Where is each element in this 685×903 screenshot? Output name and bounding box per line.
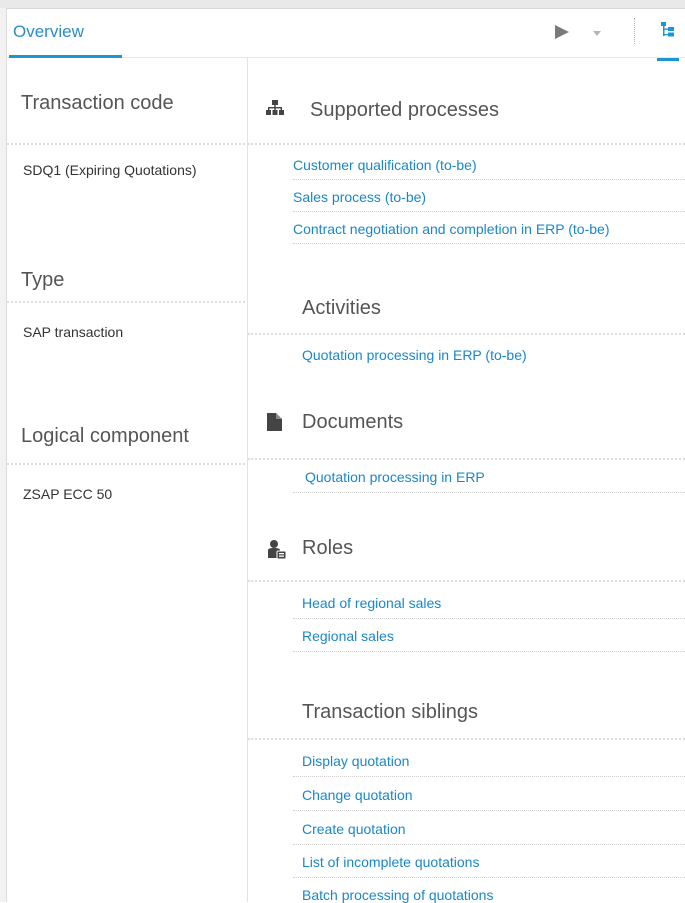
transaction-siblings-title: Transaction siblings	[302, 701, 479, 723]
divider	[7, 301, 245, 303]
window-frame-top	[0, 0, 685, 9]
chevron-down-icon[interactable]	[593, 31, 601, 37]
row-divider	[293, 618, 685, 619]
type-title: Type	[21, 269, 65, 291]
row-divider	[293, 179, 685, 180]
tree-structure-button[interactable]	[657, 21, 679, 61]
divider	[7, 143, 245, 145]
supported-processes-title: Supported processes	[310, 99, 500, 121]
row-divider	[293, 492, 685, 493]
play-icon[interactable]	[553, 23, 571, 41]
row-divider	[293, 776, 685, 777]
sibling-link[interactable]: Create quotation	[302, 821, 406, 837]
toolbar-separator	[634, 18, 637, 44]
role-link[interactable]: Regional sales	[302, 628, 394, 644]
sibling-link[interactable]: List of incomplete quotations	[302, 854, 479, 870]
logical-component-value: ZSAP ECC 50	[23, 486, 113, 502]
activities-title: Activities	[302, 297, 381, 319]
row-divider	[293, 810, 685, 811]
divider	[248, 738, 685, 740]
transaction-code-title: Transaction code	[21, 92, 174, 114]
activity-link[interactable]: Quotation processing in ERP (to-be)	[302, 347, 527, 363]
row-divider	[293, 651, 685, 652]
process-link[interactable]: Customer qualification (to-be)	[293, 157, 477, 173]
divider	[248, 143, 685, 145]
logical-component-title: Logical component	[21, 425, 189, 447]
process-link[interactable]: Sales process (to-be)	[293, 189, 426, 205]
document-link[interactable]: Quotation processing in ERP	[305, 469, 485, 485]
divider	[7, 463, 245, 465]
tab-bar: Overview	[7, 9, 685, 61]
divider	[248, 580, 685, 582]
divider	[248, 333, 685, 335]
divider	[248, 458, 685, 460]
role-link[interactable]: Head of regional sales	[302, 595, 441, 611]
tree-structure-icon	[661, 22, 674, 37]
documents-title: Documents	[302, 411, 404, 433]
document-icon	[267, 413, 282, 431]
roles-title: Roles	[302, 537, 354, 559]
row-divider	[293, 844, 685, 845]
tab-overview-label: Overview	[13, 22, 84, 41]
role-icon	[268, 540, 287, 560]
window-frame-left	[0, 8, 7, 902]
row-divider	[293, 877, 685, 878]
sibling-link[interactable]: Change quotation	[302, 787, 413, 803]
sibling-link[interactable]: Display quotation	[302, 753, 409, 769]
process-link[interactable]: Contract negotiation and completion in E…	[293, 221, 609, 237]
relations-panel: Supported processes Customer qualificati…	[248, 58, 685, 903]
type-value: SAP transaction	[23, 324, 124, 340]
row-divider	[293, 211, 685, 212]
hierarchy-icon	[266, 100, 284, 115]
row-divider	[293, 243, 685, 244]
transaction-code-value: SDQ1 (Expiring Quotations)	[23, 162, 197, 178]
tab-overview[interactable]: Overview	[9, 9, 122, 58]
properties-panel: Transaction code SDQ1 (Expiring Quotatio…	[7, 58, 248, 902]
sibling-link[interactable]: Batch processing of quotations	[302, 887, 493, 903]
